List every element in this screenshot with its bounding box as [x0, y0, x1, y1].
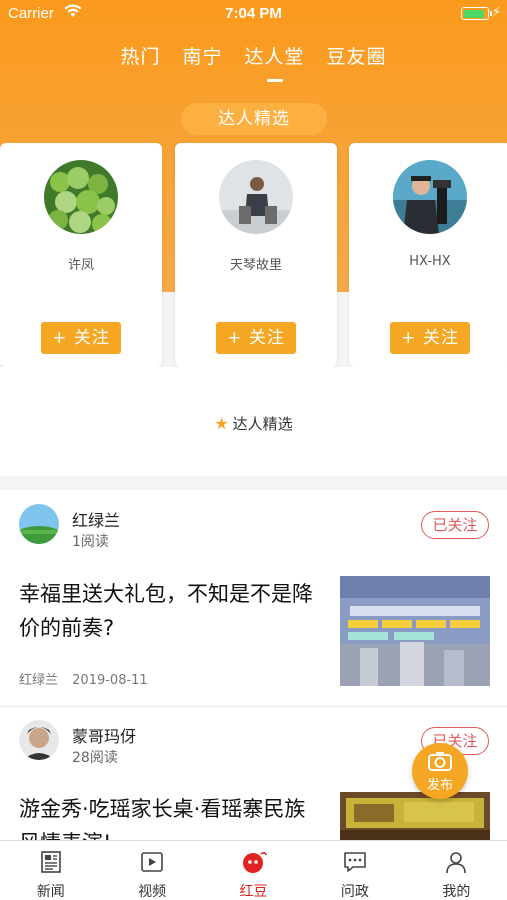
followed-button[interactable]: 已关注	[421, 511, 489, 539]
tab-experts[interactable]: 达人堂	[245, 42, 305, 82]
profile-icon	[446, 852, 467, 874]
article-author: 红绿兰	[72, 511, 121, 530]
tab-label: 视频	[138, 884, 167, 900]
article-reads: 28阅读	[72, 750, 118, 766]
tab-label: 我的	[442, 884, 471, 900]
featured-strip: ★ 达人精选	[0, 367, 507, 476]
avatar	[44, 160, 118, 234]
article-title[interactable]: 幸福里送大礼包，不知是不是降价的前奏?	[19, 577, 325, 645]
tab-video[interactable]: 视频	[101, 841, 202, 900]
article-meta-author: 红绿兰	[19, 673, 59, 688]
tab-hot[interactable]: 热门	[120, 42, 160, 82]
channel-tabs: 热门 南宁 达人堂 豆友圈	[0, 42, 507, 82]
follow-button[interactable]: + 关注	[216, 322, 296, 354]
section-title: 达人精选	[181, 103, 327, 135]
tab-friends-circle[interactable]: 豆友圈	[327, 42, 387, 82]
tab-nanning[interactable]: 南宁	[182, 42, 222, 82]
article-meta: 红绿兰 2019-08-11	[19, 669, 148, 688]
follow-button[interactable]: + 关注	[390, 322, 470, 354]
featured-label[interactable]: ★ 达人精选	[0, 413, 507, 434]
battery-icon	[461, 7, 492, 20]
expert-name: 天琴故里	[229, 258, 282, 273]
star-icon: ★	[214, 414, 229, 433]
tab-label: 新闻	[36, 884, 65, 900]
status-time: 7:04 PM	[225, 5, 282, 22]
publish-button[interactable]: 发布	[412, 743, 468, 799]
tab-label: 问政	[340, 884, 369, 900]
avatar	[219, 160, 293, 234]
expert-card[interactable]: 天琴故里 + 关注	[175, 143, 337, 367]
article-thumbnail[interactable]	[340, 792, 490, 840]
tab-profile[interactable]: 我的	[406, 841, 507, 900]
avatar	[19, 720, 59, 760]
chat-icon	[344, 852, 366, 872]
bottom-tab-bar: 新闻 视频 红豆 问政 我的	[0, 840, 507, 900]
red-bean-icon	[242, 851, 267, 873]
expert-name: 许凤	[67, 258, 94, 273]
article-thumbnail[interactable]	[340, 576, 490, 686]
status-bar: Carrier 7:04 PM ⚡	[0, 0, 507, 28]
avatar	[393, 160, 467, 234]
camera-icon	[428, 752, 452, 771]
expert-name: HX-HX	[409, 254, 451, 269]
article-item[interactable]: 红绿兰 1阅读 已关注 幸福里送大礼包，不知是不是降价的前奏? 红绿兰 2019…	[0, 490, 507, 705]
featured-label-text: 达人精选	[232, 415, 293, 433]
tab-red-bean[interactable]: 红豆	[203, 841, 304, 900]
follow-button[interactable]: + 关注	[41, 322, 121, 354]
newspaper-icon	[40, 851, 61, 873]
expert-card[interactable]: 许凤 + 关注	[0, 143, 162, 367]
article-reads: 1阅读	[72, 534, 109, 550]
video-icon	[141, 852, 163, 872]
avatar	[19, 504, 59, 544]
tab-news[interactable]: 新闻	[0, 841, 101, 900]
article-date: 2019-08-11	[72, 673, 148, 688]
expert-cards: 许凤 + 关注 天琴故里 + 关注 HX-HX + 关注	[0, 143, 507, 367]
publish-label: 发布	[426, 778, 453, 793]
charging-icon: ⚡	[491, 5, 501, 20]
article-author: 蒙哥玛伢	[72, 727, 137, 746]
tab-label: 红豆	[239, 884, 268, 900]
expert-card[interactable]: HX-HX + 关注	[349, 143, 507, 367]
tab-inquiry[interactable]: 问政	[304, 841, 405, 900]
